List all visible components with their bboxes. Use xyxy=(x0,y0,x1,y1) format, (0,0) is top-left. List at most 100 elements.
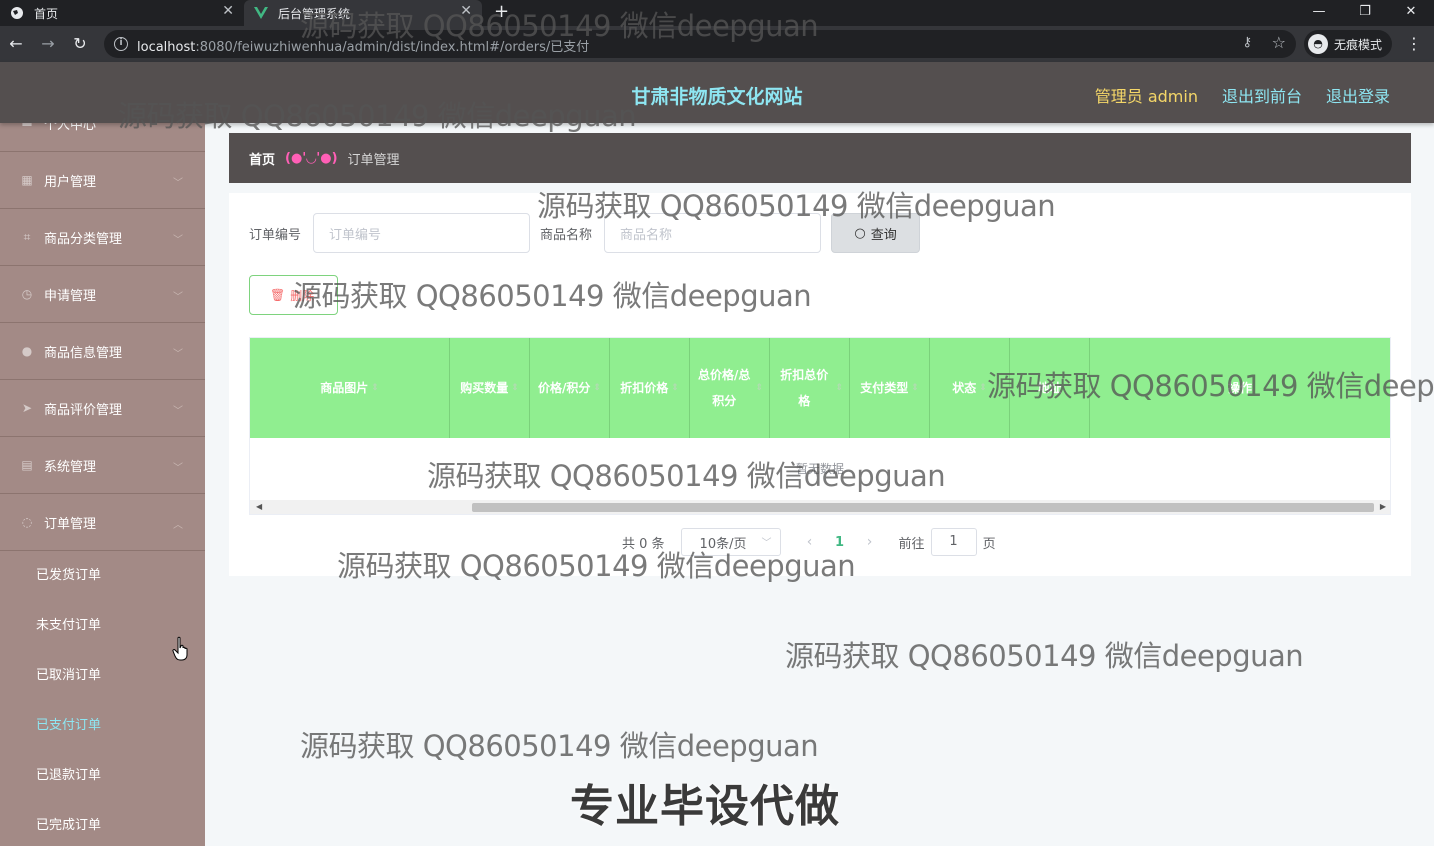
new-tab-icon[interactable]: + xyxy=(494,0,509,26)
table-horizontal-scrollbar[interactable]: ◀ ▶ xyxy=(250,500,1390,514)
browser-tab-bar: 首页 ✕ 后台管理系统 ✕ + — ❐ ✕ xyxy=(0,0,1434,26)
scroll-right-icon[interactable]: ▶ xyxy=(1380,500,1386,514)
app-header: 甘肃非物质文化网站 管理员 admin 退出到前台 退出登录 xyxy=(0,62,1434,123)
sidebar-item-system[interactable]: ▤ 系统管理 ﹀ xyxy=(0,437,205,494)
close-icon[interactable]: ✕ xyxy=(222,3,234,19)
logout-link[interactable]: 退出登录 xyxy=(1326,83,1390,107)
column-header[interactable]: 支付类型 ⇕ xyxy=(850,338,930,438)
browser-tab-admin[interactable]: 后台管理系统 ✕ xyxy=(244,0,482,26)
column-header[interactable]: 状态 ⇕ xyxy=(930,338,1010,438)
goods-name-label: 商品名称 xyxy=(540,227,593,243)
chevron-down-icon: ﹀ xyxy=(761,538,772,549)
browser-tab-home[interactable]: 首页 ✕ xyxy=(0,0,244,26)
chevron-down-icon: ﹀ xyxy=(173,406,183,417)
sidebar-item-goods-info[interactable]: ● 商品信息管理 ﹀ xyxy=(0,323,205,380)
info-icon[interactable]: i xyxy=(114,37,128,51)
query-button-label: 查询 xyxy=(870,227,897,243)
column-header[interactable]: 折扣价格 ⇕ xyxy=(610,338,690,438)
browser-menu-icon[interactable]: ⋮ xyxy=(1406,32,1422,56)
scroll-left-icon[interactable]: ◀ xyxy=(256,500,262,514)
globe-icon xyxy=(10,6,24,20)
forward-icon[interactable]: → xyxy=(36,32,60,56)
sidebar-item-orders[interactable]: ◌ 订单管理 ︿ xyxy=(0,494,205,551)
send-icon: ➤ xyxy=(21,401,33,415)
orders-table: 商品图片 ⇕ 购买数量 ⇕ 价格/积分 ⇕ 折扣价格 ⇕ 总价格/总积分 ⇕ 折扣总价格 ⇕… xyxy=(249,337,1391,515)
browser-tab-title: 首页 xyxy=(34,6,59,21)
url-text[interactable]: localhost:8080/feiwuzhiwenhua/admin/dist… xyxy=(137,36,589,55)
watermark-text: 源码获取 QQ86050149 微信deepguan xyxy=(300,729,819,763)
order-no-input[interactable]: 订单编号 xyxy=(313,213,531,253)
delete-button-label: 删除 xyxy=(290,288,315,303)
current-user-label: 管理员 admin xyxy=(1094,87,1198,106)
pagination: 共 0 条 10条/页 ﹀ ‹ 1 › 前往 1 页 xyxy=(622,527,996,557)
delete-button[interactable]: 🗑 删除 xyxy=(249,275,338,315)
sidebar-item-goods-category[interactable]: ⌗ 商品分类管理 ﹀ xyxy=(0,209,205,266)
query-button[interactable]: ○ 查询 xyxy=(831,213,921,253)
sidebar-item-users[interactable]: ▦ 用户管理 ﹀ xyxy=(0,152,205,209)
exit-to-frontend-link[interactable]: 退出到前台 xyxy=(1222,83,1302,107)
sidebar-subitem-paid[interactable]: 已支付订单 xyxy=(0,701,205,751)
sidebar-subitem-refunded[interactable]: 已退款订单 xyxy=(0,751,205,801)
reload-icon[interactable]: ↻ xyxy=(68,32,92,56)
watermark-text: 源码获取 QQ86050149 微信deepguan xyxy=(785,639,1304,673)
browser-tab-title: 后台管理系统 xyxy=(278,6,351,21)
sidebar-item-label: 商品信息管理 xyxy=(44,345,123,361)
chevron-down-icon: ﹀ xyxy=(173,463,183,474)
back-icon[interactable]: ← xyxy=(4,32,28,56)
column-header[interactable]: 总价格/总积分 ⇕ xyxy=(690,338,770,438)
table-header: 商品图片 ⇕ 购买数量 ⇕ 价格/积分 ⇕ 折扣价格 ⇕ 总价格/总积分 ⇕ 折扣总价格 ⇕… xyxy=(250,338,1390,438)
column-header[interactable]: 购买数量 ⇕ xyxy=(450,338,530,438)
page-number-current[interactable]: 1 xyxy=(825,535,855,550)
address-bar[interactable]: i localhost:8080/feiwuzhiwenhua/admin/di… xyxy=(104,30,1296,58)
sidebar-item-label: 订单管理 xyxy=(44,516,97,532)
header-actions: 管理员 admin 退出到前台 退出登录 xyxy=(1095,83,1390,107)
window-close-icon[interactable]: ✕ xyxy=(1388,0,1434,26)
page-size-select[interactable]: 10条/页 ﹀ xyxy=(680,528,781,556)
restore-icon[interactable]: ❐ xyxy=(1342,0,1388,26)
bookmark-star-icon[interactable]: ☆ xyxy=(1272,33,1286,52)
next-page-icon[interactable]: › xyxy=(855,534,885,550)
order-no-label: 订单编号 xyxy=(249,227,302,243)
breadcrumb-separator: (●'◡'●) xyxy=(285,150,338,166)
pagination-total: 共 0 条 xyxy=(622,536,665,552)
scrollbar-thumb[interactable] xyxy=(472,503,1374,512)
table-empty-text: 暂无数据 xyxy=(250,438,1390,498)
chevron-down-icon: ﹀ xyxy=(173,235,183,246)
sidebar-item-goods-review[interactable]: ➤ 商品评价管理 ﹀ xyxy=(0,380,205,437)
breadcrumb-home[interactable]: 首页 xyxy=(249,149,275,168)
minimize-icon[interactable]: — xyxy=(1296,0,1342,26)
incognito-label: 无痕模式 xyxy=(1334,37,1383,52)
search-form: 订单编号 订单编号 商品名称 商品名称 ○ 查询 xyxy=(249,213,921,253)
user-icon: ● xyxy=(21,344,33,358)
sidebar-item-label: 申请管理 xyxy=(44,288,97,304)
sidebar-item-label: 商品分类管理 xyxy=(44,231,123,247)
sidebar-subitem-completed[interactable]: 已完成订单 xyxy=(0,801,205,846)
column-header[interactable]: 商品图片 ⇕ xyxy=(250,338,450,438)
sidebar-item-label: 用户管理 xyxy=(44,174,97,190)
goto-page-input[interactable]: 1 xyxy=(930,528,977,556)
column-header[interactable]: 价格/积分 ⇕ xyxy=(530,338,610,438)
column-header[interactable]: 地址 xyxy=(1010,338,1090,438)
column-header: 操作 xyxy=(1227,381,1252,395)
sidebar-item-applications[interactable]: ◷ 申请管理 ﹀ xyxy=(0,266,205,323)
goods-name-input[interactable]: 商品名称 xyxy=(604,213,822,253)
breadcrumb: 首页 (●'◡'●) 订单管理 xyxy=(229,133,1411,183)
incognito-indicator[interactable]: ◓ 无痕模式 xyxy=(1304,30,1392,58)
chevron-down-icon: ﹀ xyxy=(173,178,183,189)
close-icon[interactable]: ✕ xyxy=(460,3,472,19)
prev-page-icon[interactable]: ‹ xyxy=(795,534,825,550)
goto-label: 前往 xyxy=(898,536,925,552)
clock-icon: ◷ xyxy=(21,287,33,301)
orders-panel: 订单编号 订单编号 商品名称 商品名称 ○ 查询 🗑 删除 商品图片 ⇕ 购买数量… xyxy=(229,193,1411,576)
grid-icon: ▦ xyxy=(21,173,33,187)
sidebar-subitem-shipped[interactable]: 已发货订单 xyxy=(0,551,205,601)
chevron-down-icon: ﹀ xyxy=(173,292,183,303)
crop-icon: ⌗ xyxy=(23,229,31,244)
column-header[interactable]: 折扣总价格 ⇕ xyxy=(770,338,850,438)
incognito-icon: ◓ xyxy=(1308,34,1328,54)
sidebar-item-label: 商品评价管理 xyxy=(44,402,123,418)
watermark-banner: 专业毕设代做 xyxy=(570,781,840,832)
sidebar-item-label: 系统管理 xyxy=(44,459,97,475)
key-icon[interactable]: ⚷ xyxy=(1242,35,1252,50)
breadcrumb-current: 订单管理 xyxy=(347,152,400,168)
